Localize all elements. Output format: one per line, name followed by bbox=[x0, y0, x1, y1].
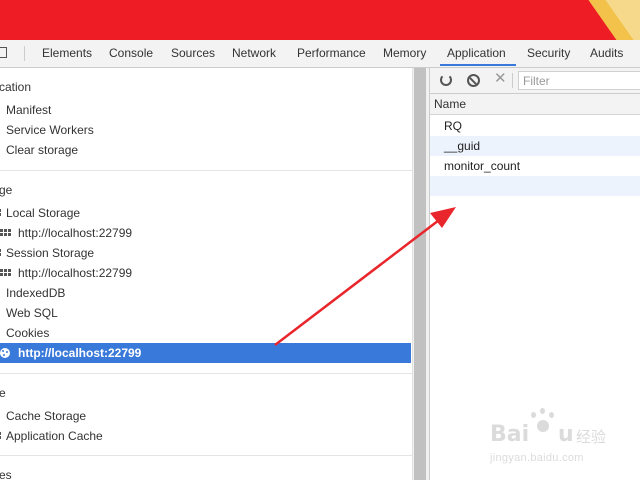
watermark-url: jingyan.baidu.com bbox=[490, 452, 584, 464]
paw-icon bbox=[528, 408, 558, 438]
watermark-brand: Bai bbox=[490, 422, 530, 447]
watermark-brand-tail: u bbox=[558, 422, 574, 447]
watermark-cn: 经验 bbox=[576, 428, 607, 446]
baidu-watermark: Bai u 经验 jingyan.baidu.com bbox=[490, 408, 620, 470]
annotation-arrow-shaft bbox=[274, 213, 448, 346]
